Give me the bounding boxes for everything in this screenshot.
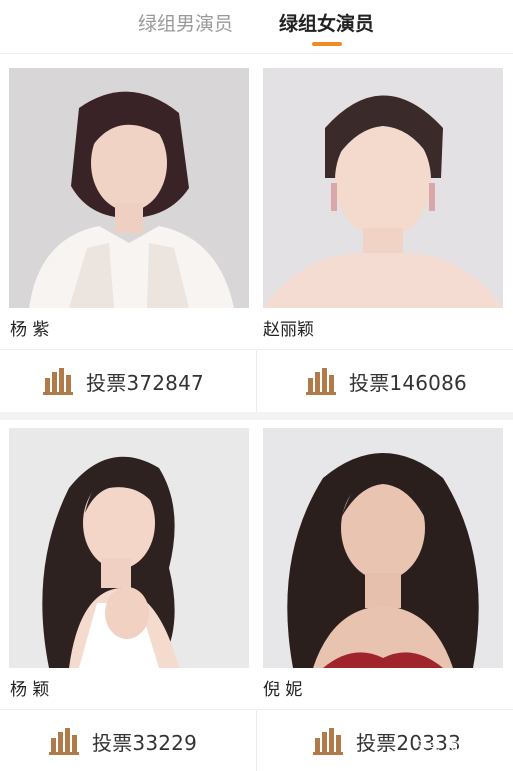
vote-count: 投票33229 [92, 730, 198, 755]
actor-photo[interactable] [263, 68, 503, 308]
portrait-image [263, 68, 503, 308]
row-separator [0, 412, 513, 420]
tab-bar: 绿组男演员 绿组女演员 [0, 0, 513, 54]
actor-card[interactable]: 杨 颖 投票33229 [0, 415, 256, 771]
column-divider [256, 350, 257, 412]
vote-count: 投票146086 [349, 370, 467, 395]
vote-button[interactable]: 投票372847 [0, 350, 256, 412]
portrait-image [9, 68, 249, 308]
tab-female-actors[interactable]: 绿组女演员 [279, 10, 374, 38]
actor-card[interactable]: 倪 妮 投票20333 [257, 415, 513, 771]
actor-card[interactable]: 杨 紫 投票372847 [0, 55, 256, 415]
actor-name: 赵丽颖 [263, 320, 314, 340]
portrait-image [263, 428, 503, 668]
actor-name: 杨 颖 [10, 680, 50, 700]
actor-name: 杨 紫 [10, 320, 50, 340]
actor-photo[interactable] [9, 68, 249, 308]
vote-button[interactable]: 投票146086 [257, 350, 513, 412]
vote-count: 投票372847 [86, 370, 204, 395]
bar-chart-icon [306, 368, 336, 395]
portrait-image [9, 428, 249, 668]
actor-photo[interactable] [263, 428, 503, 668]
tab-male-actors[interactable]: 绿组男演员 [138, 10, 233, 38]
vote-button[interactable]: 投票33229 [0, 710, 256, 771]
bar-chart-icon [43, 368, 73, 395]
active-tab-indicator [312, 42, 342, 46]
bar-chart-icon [313, 728, 343, 755]
bar-chart-icon [49, 728, 79, 755]
column-divider [256, 710, 257, 771]
toutiao-logo [391, 735, 413, 757]
actor-name: 倪 妮 [263, 680, 303, 700]
actor-photo[interactable] [9, 428, 249, 668]
watermark: 头条 @寻娱论 [391, 733, 503, 759]
watermark-text: 头条 @寻娱论 [414, 739, 503, 755]
actor-card[interactable]: 赵丽颖 投票146086 [257, 55, 513, 415]
